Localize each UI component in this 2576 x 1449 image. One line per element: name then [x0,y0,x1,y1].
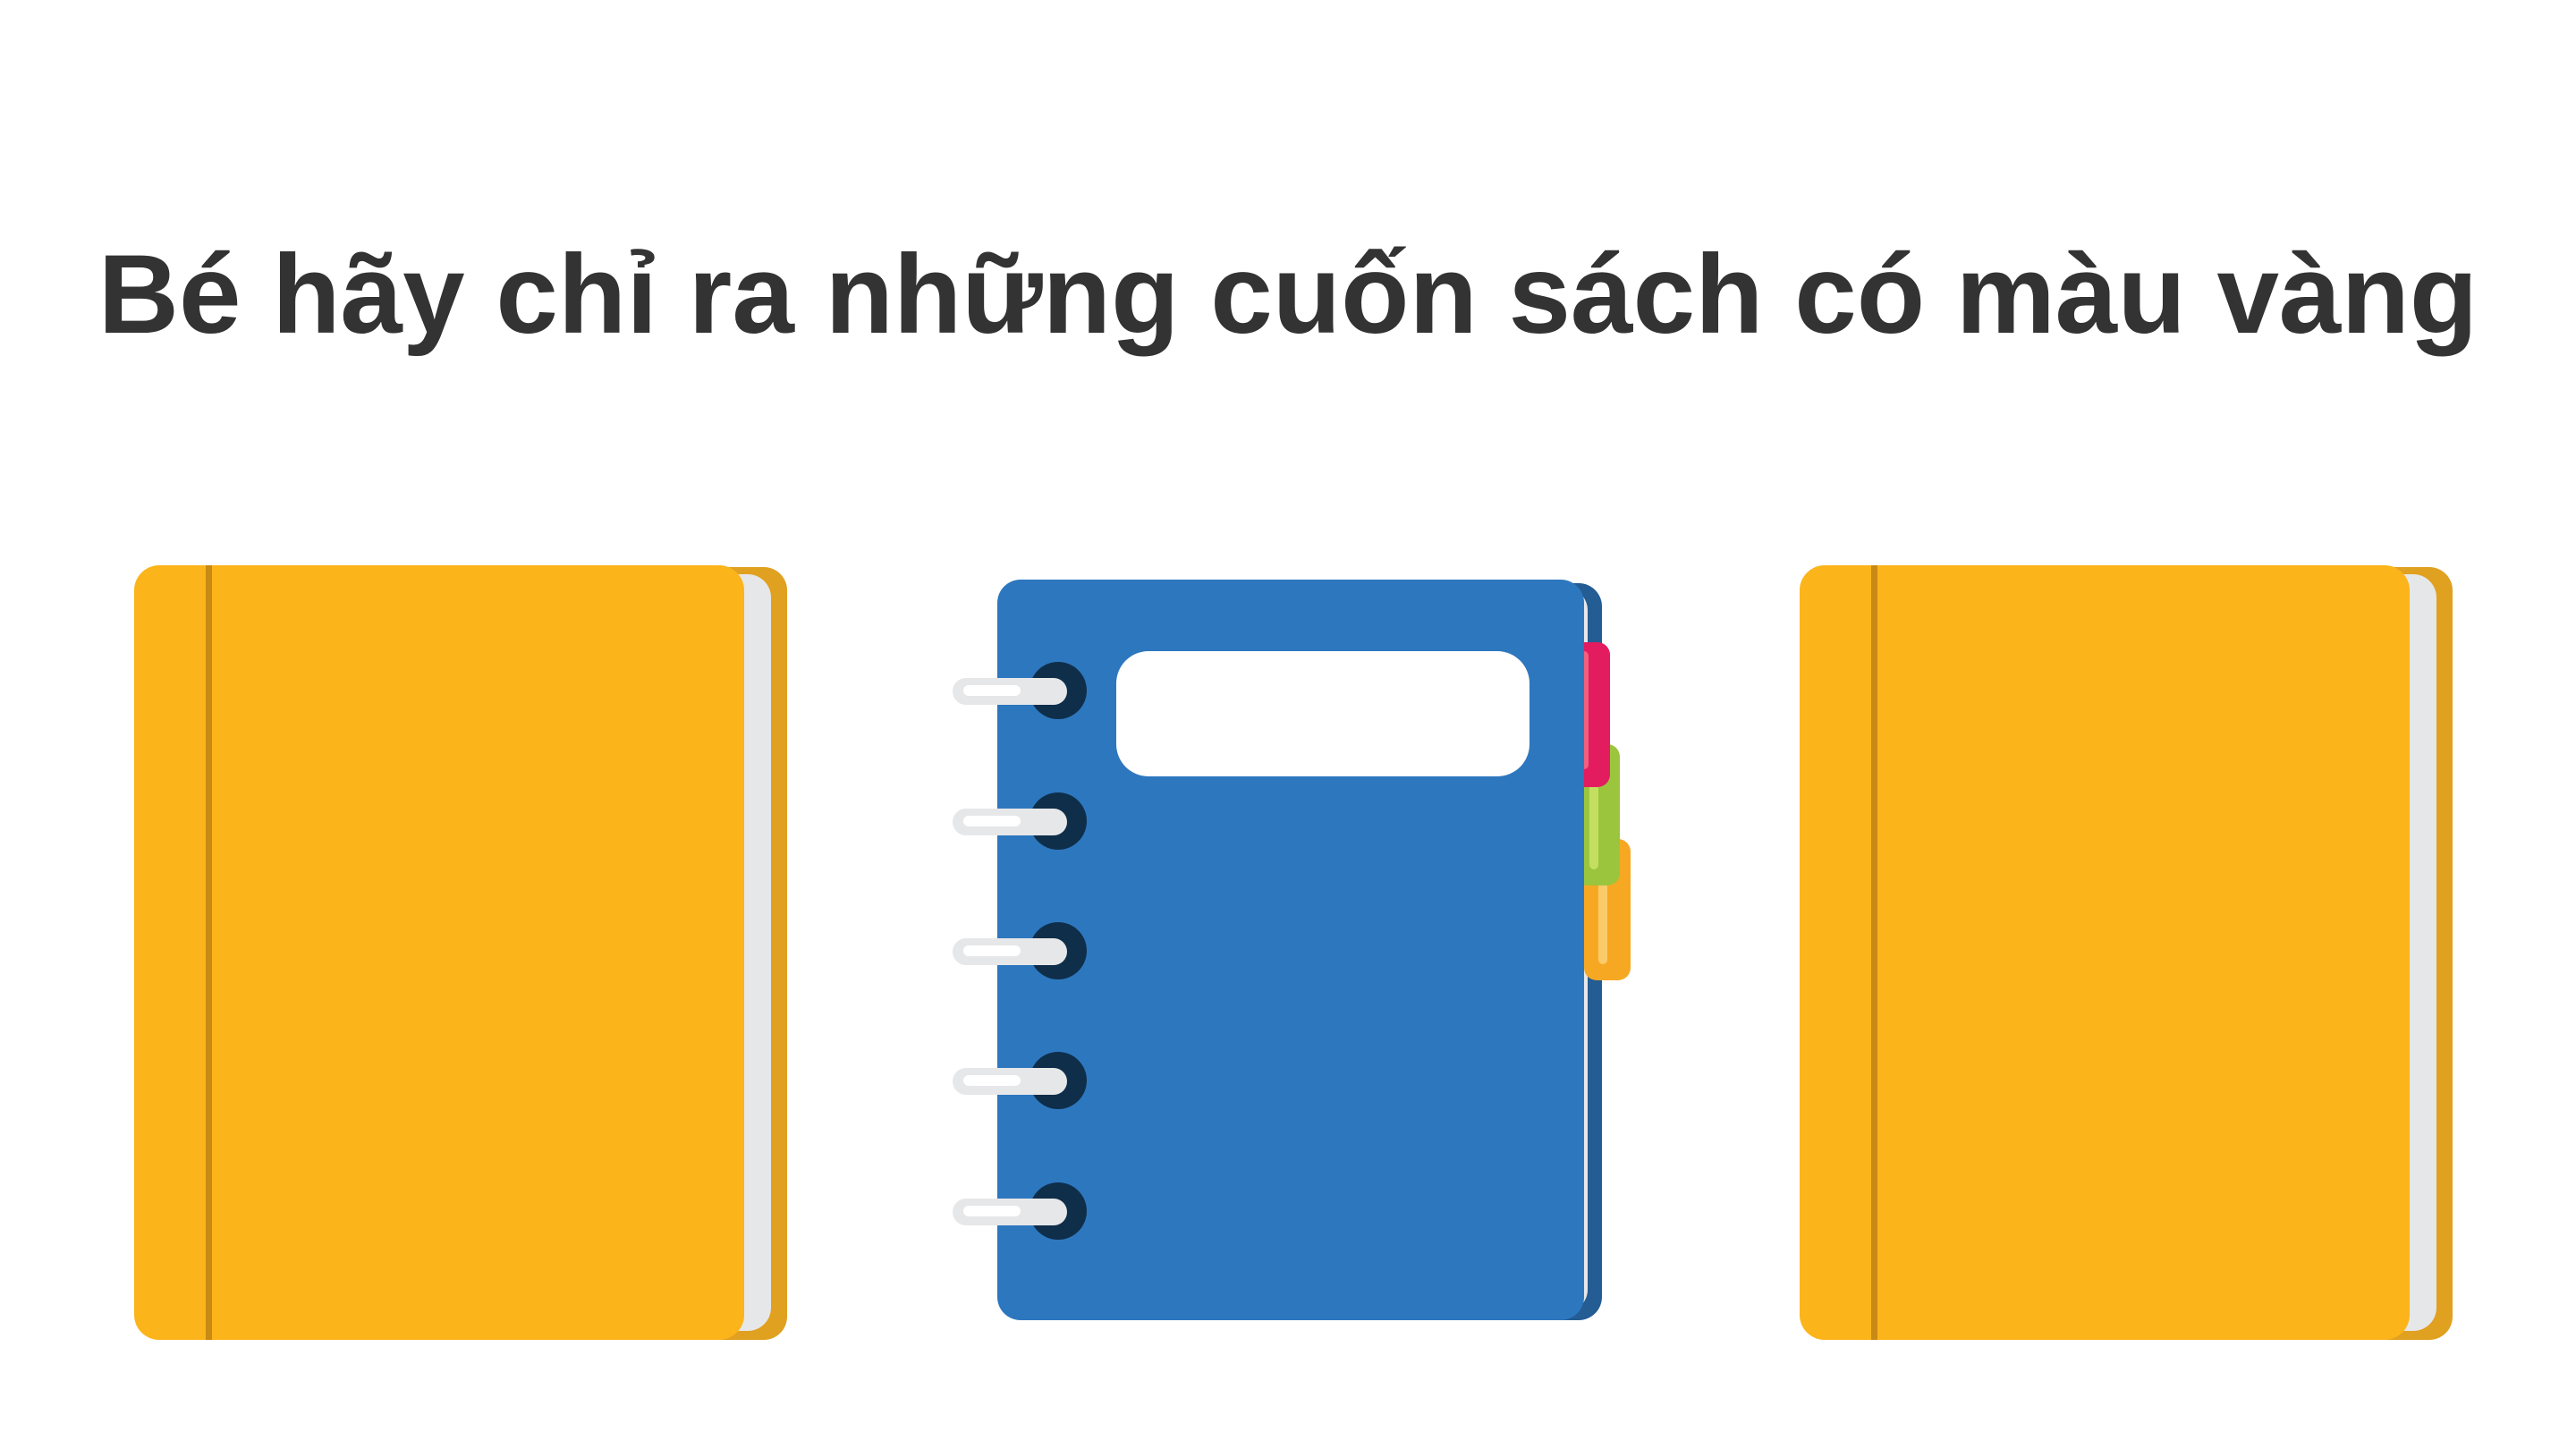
yellow-book-left[interactable] [134,565,789,1342]
yellow-book-icon [1800,565,2453,1340]
book-spine-line [206,565,212,1340]
book-spine-line [1871,565,1877,1340]
notebook-label [1116,651,1530,776]
blue-notebook-icon [953,580,1631,1320]
blue-notebook[interactable] [953,580,1650,1322]
yellow-book-right[interactable] [1800,565,2454,1342]
instruction-title: Bé hãy chỉ ra những cuốn sách có màu vàn… [97,233,2479,357]
book-front-cover [1800,565,2410,1340]
yellow-book-icon [134,565,787,1340]
book-front-cover [134,565,744,1340]
